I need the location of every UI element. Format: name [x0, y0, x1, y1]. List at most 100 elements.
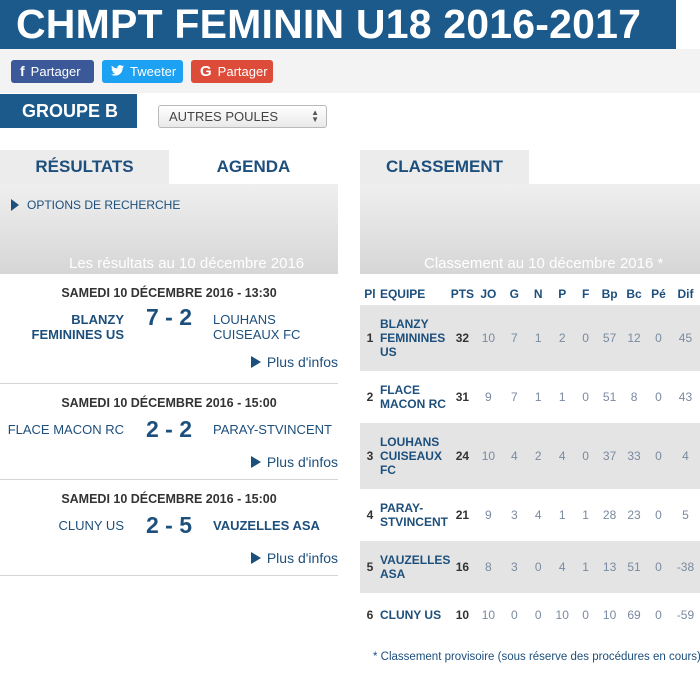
- search-options-toggle[interactable]: OPTIONS DE RECHERCHE: [11, 198, 180, 212]
- table-cell: 4: [550, 423, 575, 489]
- table-row[interactable]: 5 VAUZELLES ASA 16 8 3 0 4 1 13 51 0 -38: [360, 541, 700, 593]
- column-header: F: [581, 287, 590, 301]
- ranking-caption: Classement au 10 décembre 2016 *: [424, 255, 664, 272]
- column-header: Dif: [677, 287, 694, 301]
- table-cell: 1: [526, 305, 551, 371]
- table-cell: 7: [502, 305, 527, 371]
- table-cell: 1: [360, 305, 380, 371]
- table-cell: 28: [602, 508, 617, 522]
- column-header: N: [533, 287, 543, 301]
- table-cell: 0: [646, 305, 671, 371]
- more-info-link[interactable]: Plus d'infos: [250, 454, 338, 470]
- table-cell: 10: [481, 608, 496, 622]
- team-name: FLACE MACON RC: [379, 383, 446, 411]
- team-name: LOUHANS CUISEAUX FC: [379, 423, 451, 489]
- column-header: JO: [480, 287, 497, 301]
- table-cell: 12: [622, 305, 647, 371]
- facebook-share-button[interactable]: f Partager: [11, 60, 94, 83]
- match-date: SAMEDI 10 DÉCEMBRE 2016 - 15:00: [61, 396, 277, 410]
- twitter-icon: [111, 60, 124, 83]
- table-cell: 1: [558, 390, 566, 404]
- more-info-link[interactable]: Plus d'infos: [250, 550, 338, 566]
- home-team: BLANZY FEMININES US: [31, 312, 124, 342]
- table-cell: 16: [450, 541, 475, 593]
- team-name: PARAY- STVINCENT: [379, 501, 448, 529]
- results-caption: Les résultats au 10 décembre 2016: [69, 255, 305, 272]
- table-cell: 0: [510, 608, 518, 622]
- facebook-share-label: Partager: [30, 64, 81, 79]
- table-cell: 8: [474, 541, 503, 593]
- team-name: BLANZY FEMININES US: [379, 305, 451, 371]
- table-cell: 7: [510, 390, 518, 404]
- table-cell: 51: [622, 541, 647, 593]
- match-score: 7 - 2: [145, 304, 193, 330]
- more-info-link[interactable]: Plus d'infos: [250, 354, 338, 370]
- table-cell: 3: [510, 508, 518, 522]
- table-row[interactable]: 4 PARAY- STVINCENT 21 9 3 4 1 1 28 23 0 5: [360, 489, 700, 541]
- table-cell: 24: [450, 423, 475, 489]
- match-card: SAMEDI 10 DÉCEMBRE 2016 - 15:00 FLACE MAC…: [0, 384, 338, 480]
- table-cell: 10: [474, 305, 503, 371]
- table-row[interactable]: 2 FLACE MACON RC 31 9 7 1 1 0 51 8 0 43: [360, 371, 700, 423]
- tab-agenda[interactable]: AGENDA: [169, 150, 338, 184]
- table-cell: 4: [366, 508, 374, 522]
- away-team: LOUHANS CUISEAUX FC: [213, 312, 301, 342]
- column-header: Bc: [626, 287, 642, 301]
- tab-resultats[interactable]: RÉSULTATS: [0, 150, 169, 184]
- table-cell: 0: [574, 423, 598, 489]
- table-cell: -38: [670, 541, 700, 593]
- home-team: FLACE MACON RC: [7, 422, 124, 437]
- table-cell: 0: [582, 608, 589, 622]
- table-cell: 4: [502, 423, 527, 489]
- table-cell: 1: [582, 508, 589, 522]
- table-cell: 10: [474, 423, 503, 489]
- table-cell: 4: [550, 541, 575, 593]
- google-share-label: Partager: [217, 64, 268, 79]
- search-options-label: OPTIONS DE RECHERCHE: [27, 198, 181, 212]
- group-badge: GROUPE B: [0, 94, 137, 128]
- tab-classement[interactable]: CLASSEMENT: [360, 150, 529, 184]
- table-row[interactable]: 6 CLUNY US 10 10 0 0 10 0 10 69 0 -59: [360, 593, 700, 637]
- ranking-table: Pl EQUIPE PTS JO G N P F Bp Bc Pé Dif 1 BLANZY FEMINI…: [360, 283, 700, 637]
- table-cell: 21: [455, 508, 470, 522]
- pool-select[interactable]: AUTRES POULES ▲ ▼: [158, 105, 327, 128]
- ranking-header-row: Pl EQUIPE PTS JO G N P F Bp Bc Pé Dif: [360, 283, 700, 305]
- column-header: Pl: [364, 287, 376, 301]
- google-share-button[interactable]: G Partager: [191, 60, 273, 83]
- away-team: VAUZELLES ASA: [213, 518, 320, 533]
- table-cell: 0: [655, 390, 662, 404]
- match-date: SAMEDI 10 DÉCEMBRE 2016 - 15:00: [61, 492, 277, 506]
- table-cell: 2: [366, 390, 374, 404]
- table-cell: 1: [558, 508, 566, 522]
- table-cell: 2: [550, 305, 575, 371]
- table-cell: 0: [646, 423, 671, 489]
- play-triangle-icon: [11, 199, 19, 211]
- match-score: 2 - 2: [145, 416, 193, 442]
- table-cell: 37: [597, 423, 623, 489]
- table-cell: 0: [534, 608, 542, 622]
- table-cell: 2: [526, 423, 551, 489]
- table-cell: 51: [602, 390, 617, 404]
- title-banner: CHMPT FEMININ U18 2016-2017: [0, 0, 676, 49]
- table-cell: 43: [678, 390, 693, 404]
- table-cell: 0: [574, 305, 598, 371]
- page-title: CHMPT FEMININ U18 2016-2017: [16, 1, 642, 47]
- table-cell: 0: [655, 608, 662, 622]
- column-header: EQUIPE: [379, 287, 426, 301]
- table-cell: 13: [597, 541, 623, 593]
- more-info-label: Plus d'infos: [266, 454, 338, 470]
- match-score: 2 - 5: [145, 512, 193, 538]
- table-cell: 10: [602, 608, 617, 622]
- table-row[interactable]: 3 LOUHANS CUISEAUX FC 24 10 4 2 4 0 37 33 0 4: [360, 423, 700, 489]
- table-cell: 23: [627, 508, 641, 522]
- table-cell: 10: [455, 608, 470, 622]
- select-arrows-icon: ▲ ▼: [311, 108, 319, 124]
- play-triangle-icon: [250, 552, 261, 564]
- table-cell: 0: [582, 390, 589, 404]
- column-header: PTS: [450, 287, 475, 301]
- match-card: SAMEDI 10 DÉCEMBRE 2016 - 13:30 BLANZY FEM…: [0, 274, 338, 384]
- twitter-share-label: Tweeter: [130, 64, 177, 79]
- table-row[interactable]: 1 BLANZY FEMININES US 32 10 7 1 2 0 57 12 0 45: [360, 305, 700, 371]
- twitter-share-button[interactable]: Tweeter: [102, 60, 183, 83]
- table-cell: 0: [526, 541, 551, 593]
